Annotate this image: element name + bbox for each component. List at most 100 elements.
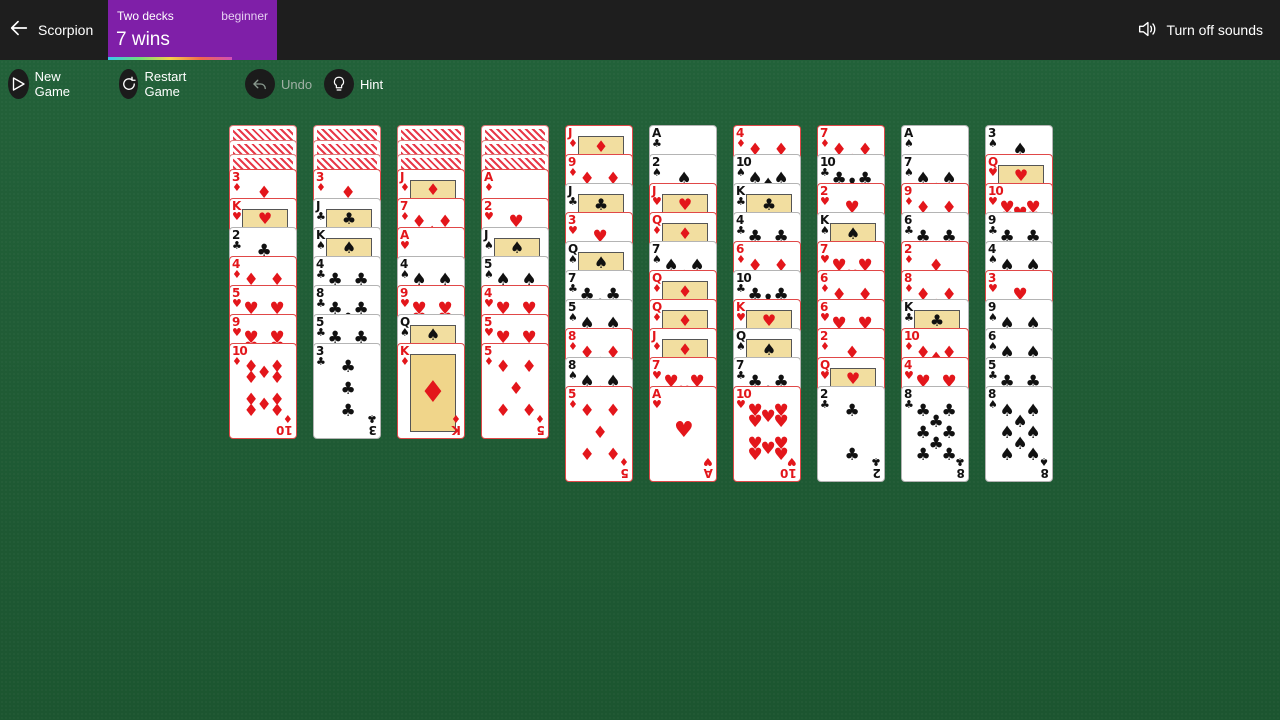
card-suit: ♠ <box>736 166 746 179</box>
card-corner-index: 8 ♠ <box>1039 455 1049 480</box>
card-suit: ♥ <box>820 311 830 324</box>
decks-label: Two decks <box>117 9 174 23</box>
card-suit: ♦ <box>484 354 494 368</box>
card-corner-index: 2 ♣ <box>871 455 881 480</box>
face-card-portrait: ♥ <box>746 310 792 330</box>
playing-card[interactable]: 2 ♣ ♣ ♣ 2 ♣ <box>817 386 885 482</box>
card-suit: ♣ <box>316 354 326 368</box>
card-corner-index: 5 ♦ <box>535 411 545 437</box>
card-suit: ♠ <box>484 267 494 281</box>
restart-game-button[interactable]: Restart Game <box>119 69 197 99</box>
card-pip: ♣ <box>915 444 931 465</box>
card-suit: ♣ <box>736 195 746 208</box>
card-pip: ♦ <box>579 400 595 421</box>
card-suit: ♦ <box>736 253 746 266</box>
card-pip: ♦ <box>592 422 608 443</box>
card-suit: ♣ <box>736 369 746 382</box>
playing-card[interactable]: 10 ♦ ♦ ♦ ♦ ♦ ♦ ♦ ♦ ♦ ♦ ♦ 10 ♦ <box>229 342 297 439</box>
card-suit: ♣ <box>904 311 914 324</box>
card-suit: ♣ <box>904 398 914 411</box>
card-suit: ♣ <box>904 224 914 237</box>
card-pip: ♦ <box>521 357 537 377</box>
card-pip: ♣ <box>340 357 356 377</box>
card-suit: ♦ <box>652 224 662 237</box>
card-suit: ♥ <box>904 369 914 382</box>
card-suit: ♦ <box>232 180 242 194</box>
back-button[interactable]: Scorpion <box>8 18 93 42</box>
card-pip: ♥ <box>747 444 763 465</box>
card-suit: ♦ <box>484 180 494 194</box>
face-card-portrait: ♣ <box>326 208 372 228</box>
playing-card[interactable]: 5 ♦ ♦ ♦ ♦ ♦ ♦ 5 ♦ <box>481 342 549 439</box>
card-suit: ♣ <box>820 166 830 179</box>
game-info-box[interactable]: Two decks beginner 7 wins <box>108 0 277 60</box>
playing-card[interactable]: 10 ♥ ♥ ♥ ♥ ♥ ♥ ♥ ♥ ♥ ♥ ♥ 10 ♥ <box>733 386 801 482</box>
card-suit: ♦ <box>904 195 914 208</box>
playing-card[interactable]: 3 ♣ ♣ ♣ ♣ 3 ♣ <box>313 342 381 439</box>
card-pip: ♥ <box>674 418 694 443</box>
card-suit: ♣ <box>736 282 746 295</box>
playing-card[interactable]: A ♥ ♥ A ♥ <box>649 386 717 482</box>
card-pip: ♣ <box>941 422 957 443</box>
playing-card[interactable]: 5 ♦ ♦ ♦ ♦ ♦ ♦ 5 ♦ <box>565 386 633 482</box>
card-corner-index: 5 ♦ <box>619 455 629 480</box>
lightbulb-icon <box>324 69 354 99</box>
card-suit: ♠ <box>904 137 914 150</box>
card-pip: ♦ <box>508 379 524 399</box>
card-suit: ♦ <box>568 166 578 179</box>
card-corner-suit: ♦ <box>283 411 293 425</box>
face-card-portrait: ♠ <box>830 223 876 243</box>
card-suit: ♦ <box>400 209 410 223</box>
card-corner-suit: ♣ <box>871 455 881 468</box>
face-card-portrait: ♦ <box>578 136 624 156</box>
hint-button[interactable]: Hint <box>324 69 383 99</box>
face-card-portrait: ♥ <box>242 208 288 228</box>
card-pip: ♦ <box>243 401 259 421</box>
card-suit: ♦ <box>736 137 746 150</box>
card-corner-suit: ♦ <box>535 411 545 425</box>
card-pip: ♣ <box>844 444 860 465</box>
card-suit: ♣ <box>568 195 578 208</box>
face-card-portrait: ♦ <box>410 179 456 199</box>
card-suit: ♣ <box>232 238 242 252</box>
card-suit: ♠ <box>988 340 998 353</box>
restart-game-label: Restart Game <box>144 69 187 99</box>
sound-toggle[interactable]: Turn off sounds <box>1136 18 1263 42</box>
card-corner-suit: ♦ <box>451 411 461 425</box>
playing-card[interactable]: 8 ♠ ♠ ♠ ♠ ♠ ♠ ♠ ♠ ♠ 8 ♠ <box>985 386 1053 482</box>
card-suit: ♦ <box>232 267 242 281</box>
card-corner-suit: ♣ <box>955 455 965 468</box>
card-suit: ♥ <box>484 209 494 223</box>
card-suit: ♥ <box>232 296 242 310</box>
card-suit: ♥ <box>988 195 998 208</box>
card-suit: ♣ <box>316 209 326 223</box>
face-card-portrait: ♠ <box>326 237 372 257</box>
card-suit: ♦ <box>400 354 410 368</box>
card-corner-suit: ♥ <box>703 455 713 468</box>
playing-card[interactable]: 8 ♣ ♣ ♣ ♣ ♣ ♣ ♣ ♣ ♣ 8 ♣ <box>901 386 969 482</box>
card-suit: ♦ <box>568 340 578 353</box>
top-bar: Scorpion Two decks beginner 7 wins Turn … <box>0 0 1280 60</box>
card-suit: ♦ <box>820 137 830 150</box>
card-suit: ♣ <box>568 282 578 295</box>
card-suit: ♥ <box>736 398 746 411</box>
undo-label: Undo <box>281 76 313 92</box>
card-pip: ♦ <box>579 444 595 465</box>
card-suit: ♠ <box>820 224 830 237</box>
new-game-button[interactable]: New Game <box>8 69 79 99</box>
card-suit: ♠ <box>736 340 746 353</box>
card-suit: ♥ <box>736 311 746 324</box>
undo-button[interactable]: Undo <box>245 69 312 99</box>
card-suit: ♥ <box>652 369 662 382</box>
card-suit: ♥ <box>820 195 830 208</box>
playing-card[interactable]: K ♦ ♦ K ♦ <box>397 342 465 439</box>
card-suit: ♠ <box>568 253 578 266</box>
card-corner-index: A ♥ <box>703 455 713 480</box>
speaker-icon <box>1136 18 1166 43</box>
card-suit: ♥ <box>484 325 494 339</box>
face-card-portrait: ♠ <box>410 324 456 344</box>
card-suit: ♠ <box>400 325 410 339</box>
level-label: beginner <box>221 9 268 23</box>
card-pip: ♣ <box>340 401 356 421</box>
card-corner-index: 10 ♦ <box>276 411 293 437</box>
